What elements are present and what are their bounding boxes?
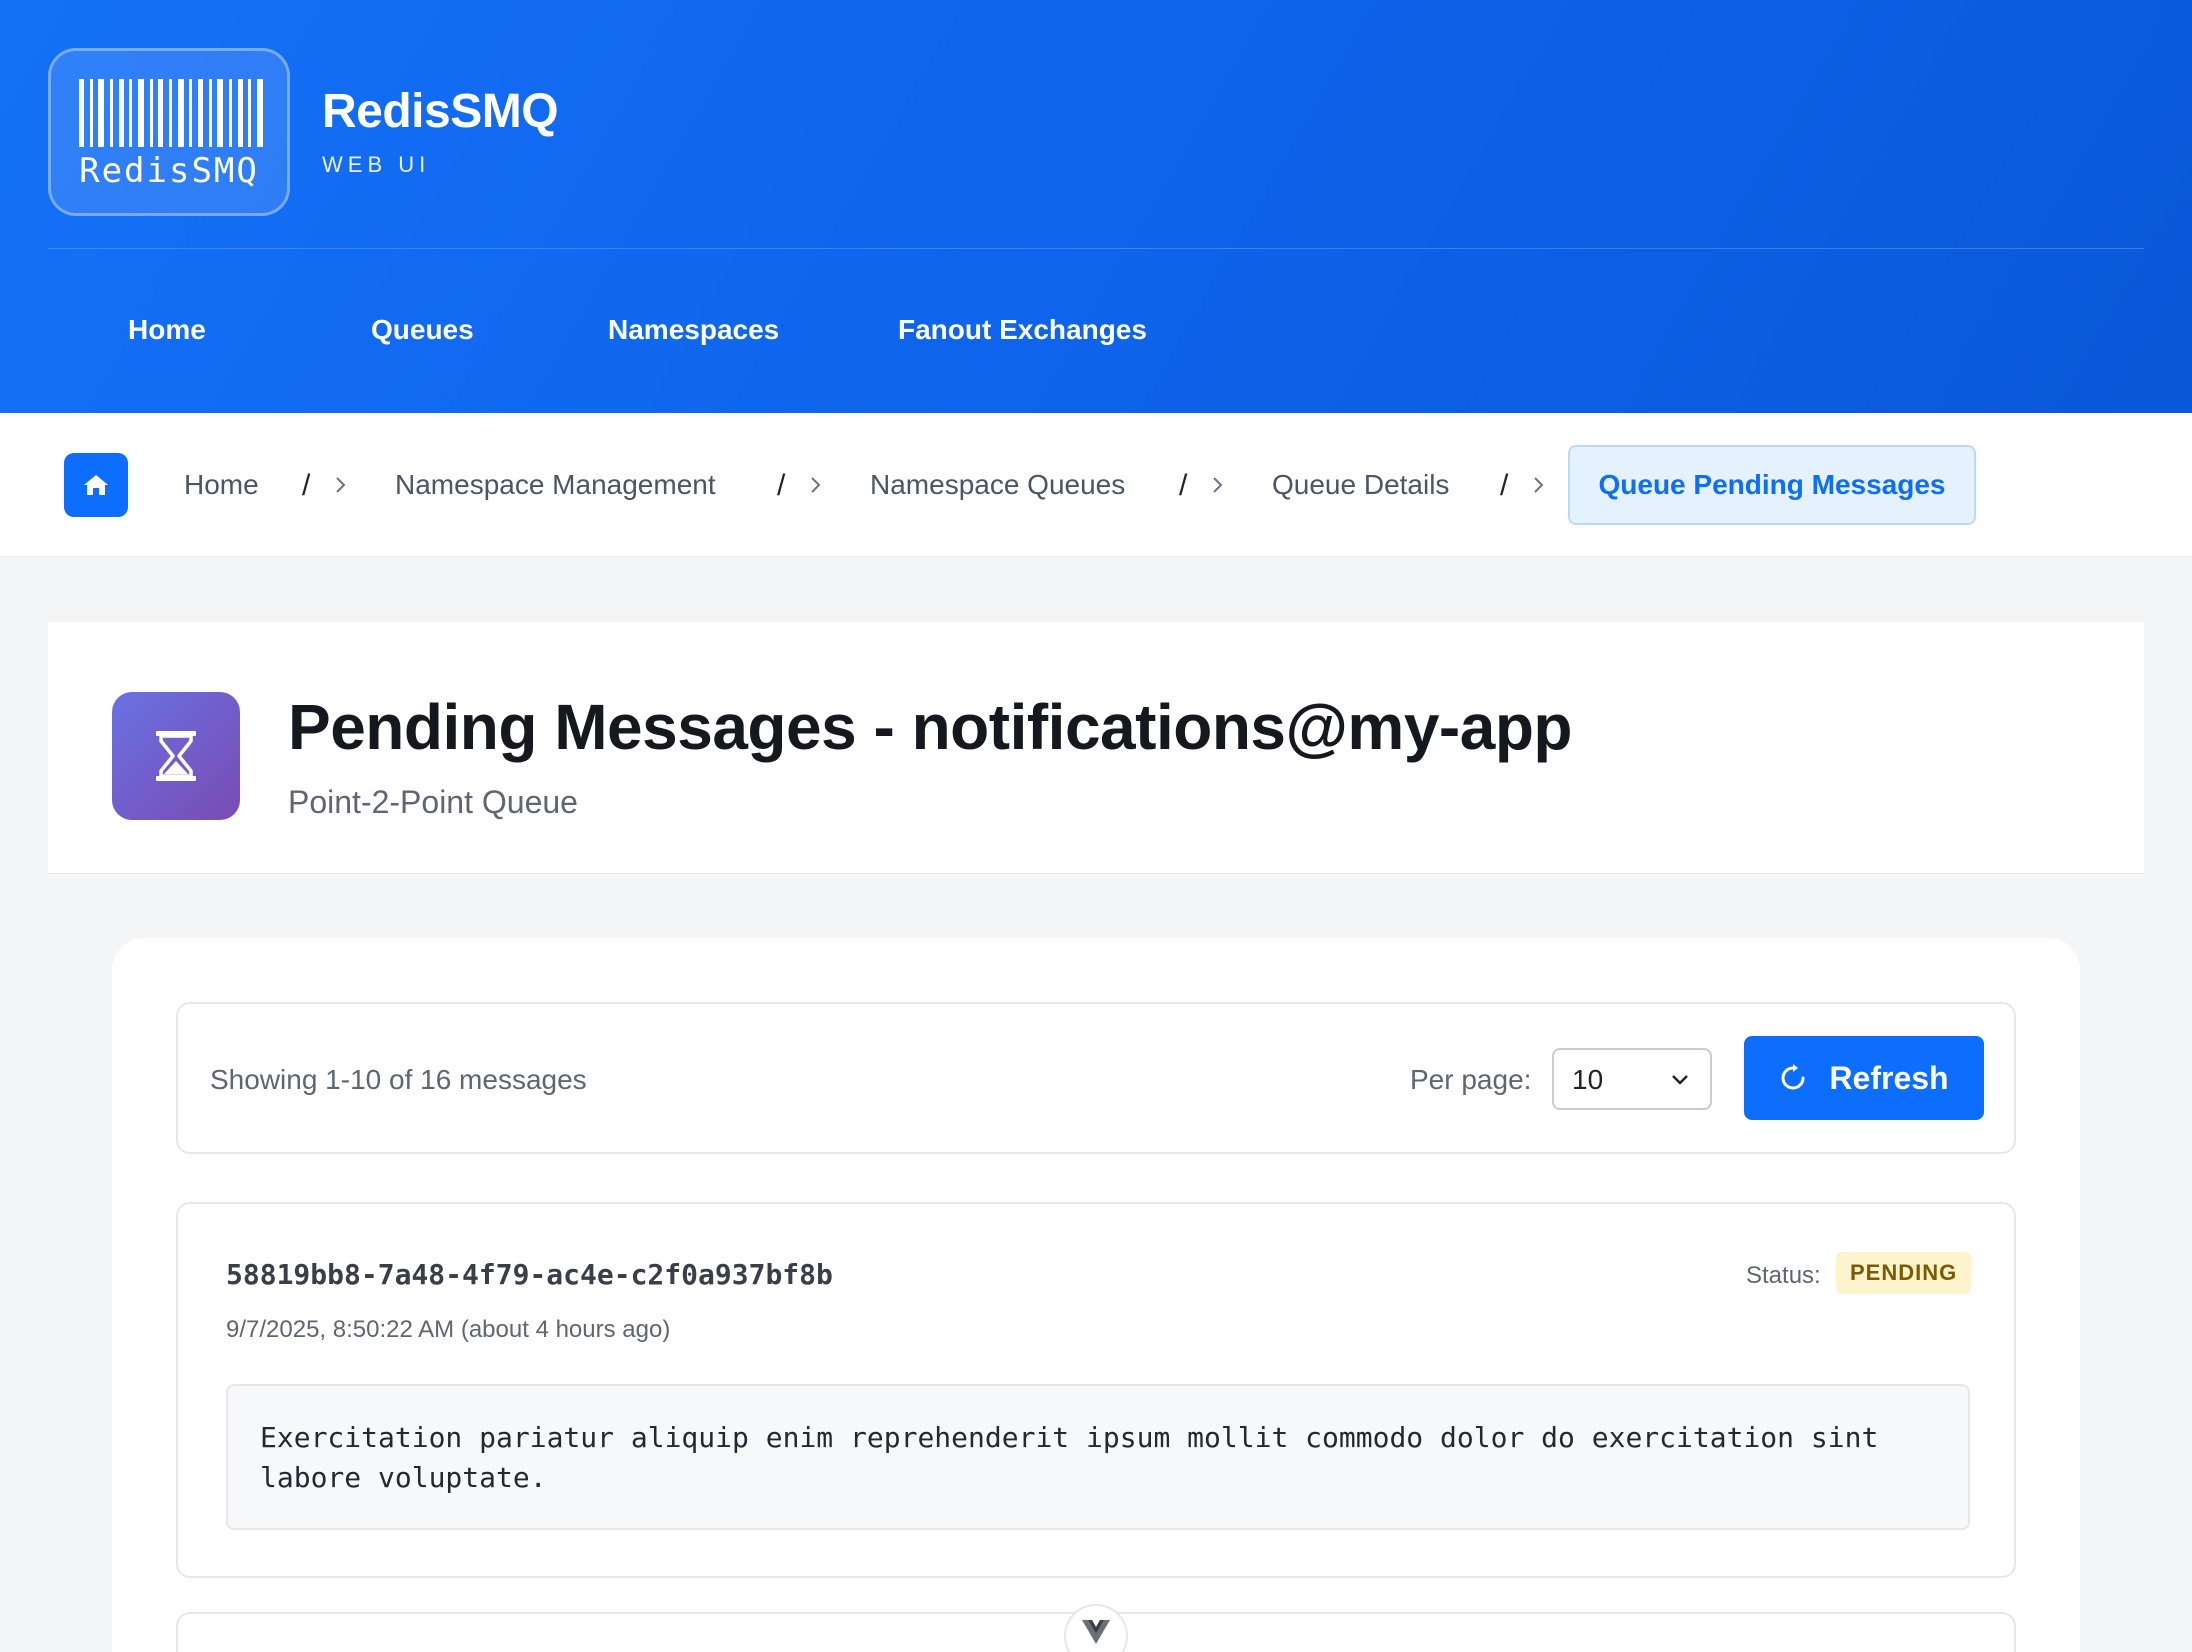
breadcrumb-current-page: Queue Pending Messages: [1568, 445, 1976, 525]
per-page-label: Per page:: [1410, 1064, 1532, 1095]
brand-subtitle: WEB UI: [322, 152, 431, 177]
home-icon: [84, 475, 108, 495]
hourglass-icon: [156, 731, 196, 781]
nav-home[interactable]: Home: [128, 314, 206, 346]
vue-logo-icon: [1082, 1620, 1110, 1644]
status-badge: PENDING: [1836, 1252, 1972, 1294]
message-body: Exercitation pariatur aliquip enim repre…: [226, 1384, 1970, 1530]
chevron-right-icon: [811, 477, 821, 493]
nav-fanout-exchanges[interactable]: Fanout Exchanges: [898, 314, 1147, 346]
breadcrumb-namespace-queues[interactable]: Namespace Queues: [870, 469, 1125, 501]
messages-panel: Showing 1-10 of 16 messages Per page: 10…: [112, 938, 2080, 1652]
chevron-right-icon: [1213, 477, 1223, 493]
chevron-right-icon: [1534, 477, 1544, 493]
refresh-icon: [1781, 1064, 1805, 1090]
page-icon: [112, 692, 240, 820]
per-page-value: 10: [1572, 1064, 1604, 1095]
header-divider: [48, 248, 2144, 249]
app-header: RedisSMQ RedisSMQ WEB UI Home Queues Nam…: [0, 0, 2192, 413]
breadcrumb-separator: /: [302, 469, 311, 502]
chevron-right-icon: [336, 477, 346, 493]
messages-toolbar: Showing 1-10 of 16 messages Per page: 10…: [176, 1002, 2016, 1154]
breadcrumb-separator: /: [777, 469, 786, 502]
page-subtitle: Point-2-Point Queue: [288, 784, 578, 820]
message-timestamp: 9/7/2025, 8:50:22 AM (about 4 hours ago): [226, 1316, 671, 1343]
breadcrumb-home[interactable]: Home: [184, 469, 259, 501]
page-title: Pending Messages - notifications@my-app: [288, 691, 1573, 763]
per-page-select[interactable]: 10: [1552, 1048, 1712, 1110]
breadcrumb-namespace-management[interactable]: Namespace Management: [395, 469, 716, 501]
nav-queues[interactable]: Queues: [371, 314, 474, 346]
nav-namespaces[interactable]: Namespaces: [608, 314, 779, 346]
chevron-down-icon: [1672, 1075, 1688, 1085]
pagination-summary: Showing 1-10 of 16 messages: [210, 1064, 587, 1095]
redissmq-logo[interactable]: RedisSMQ: [48, 48, 290, 216]
breadcrumb-home-button[interactable]: [64, 453, 128, 517]
refresh-button[interactable]: Refresh: [1744, 1036, 1984, 1120]
page-header: Pending Messages - notifications@my-app …: [48, 622, 2144, 874]
status-label: Status:: [1746, 1262, 1821, 1289]
logo-text: RedisSMQ: [79, 151, 259, 191]
breadcrumb-separator: /: [1500, 469, 1509, 502]
breadcrumb: Home / Namespace Management / Namespace …: [0, 413, 2192, 557]
breadcrumb-queue-details[interactable]: Queue Details: [1272, 469, 1449, 501]
refresh-label: Refresh: [1829, 1059, 1949, 1096]
breadcrumb-separator: /: [1179, 469, 1188, 502]
message-card: 58819bb8-7a48-4f79-ac4e-c2f0a937bf8b 9/7…: [176, 1202, 2016, 1578]
brand-title[interactable]: RedisSMQ: [322, 84, 559, 139]
barcode-icon: [79, 79, 263, 147]
message-id[interactable]: 58819bb8-7a48-4f79-ac4e-c2f0a937bf8b: [226, 1258, 833, 1291]
